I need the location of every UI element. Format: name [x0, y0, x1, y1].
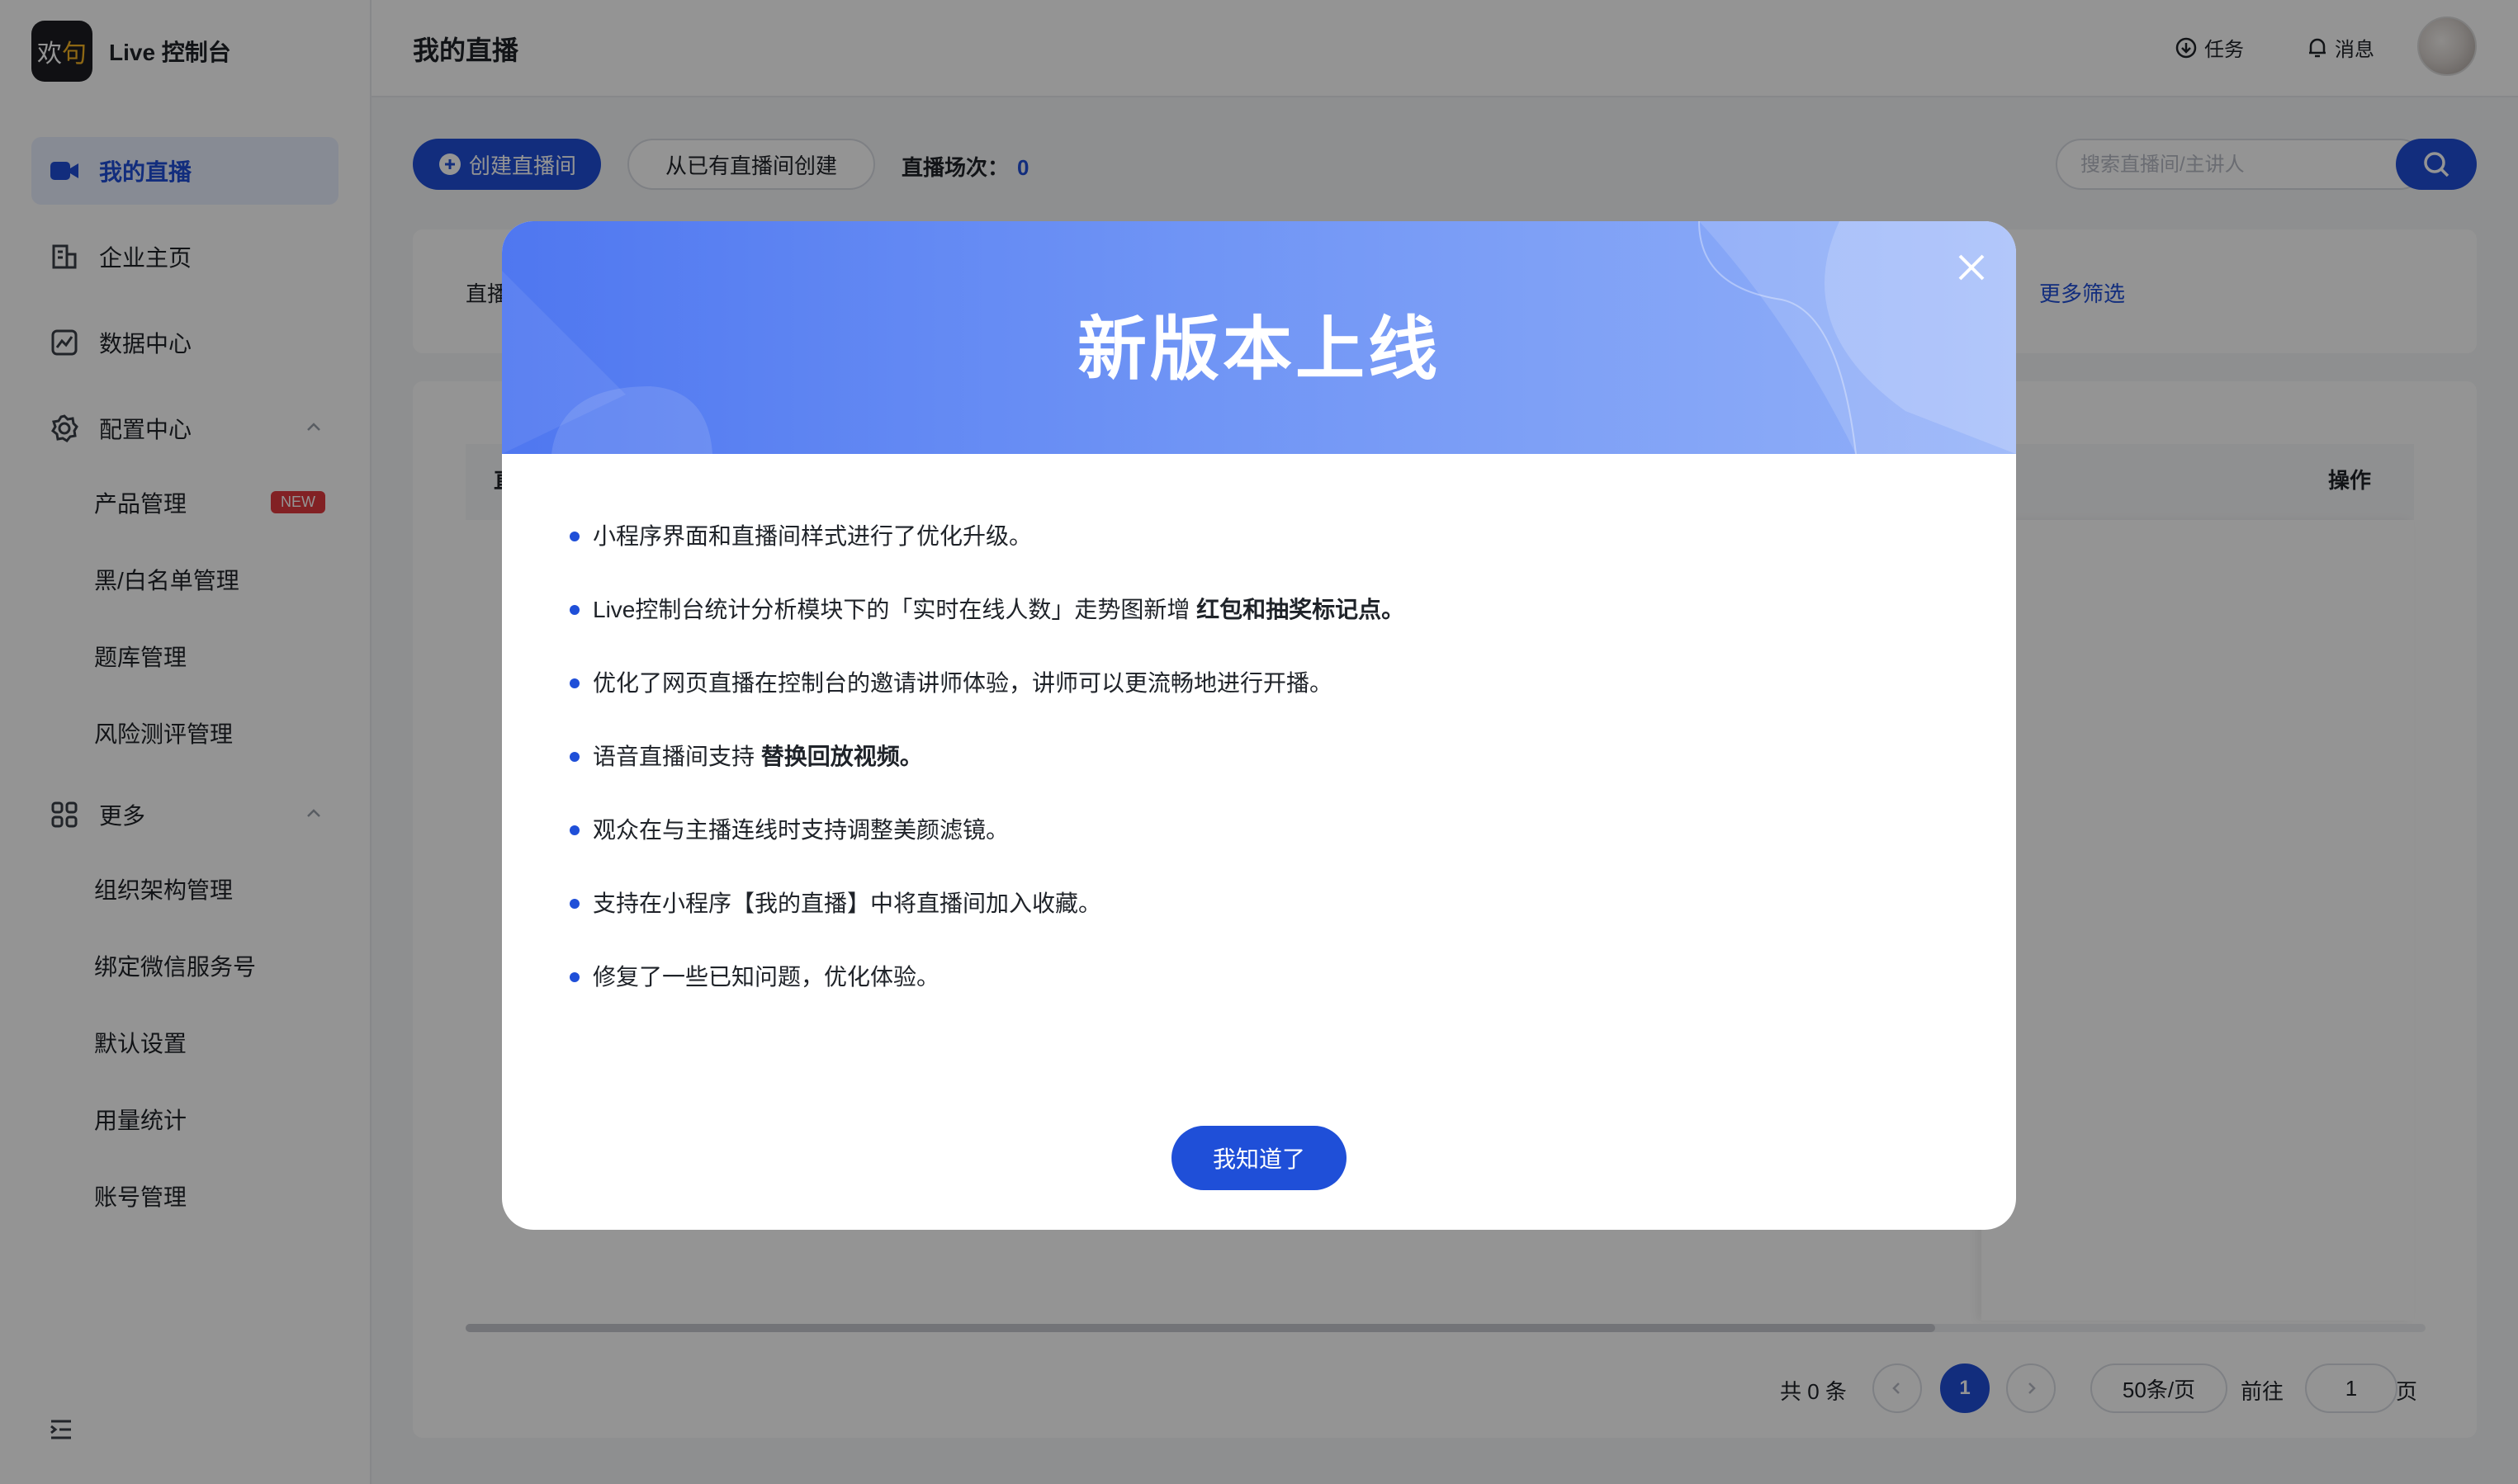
bullet-dot: [570, 972, 580, 982]
close-icon[interactable]: [1952, 248, 1991, 287]
list-item: 小程序界面和直播间样式进行了优化升级。: [570, 520, 1957, 593]
bullet-dot: [570, 605, 580, 615]
acknowledge-button[interactable]: 我知道了: [1171, 1126, 1347, 1190]
modal-title: 新版本上线: [1077, 310, 1441, 388]
list-item: 修复了一些已知问题，优化体验。: [570, 961, 1957, 1034]
bullet-dot: [570, 532, 580, 541]
list-item: Live控制台统计分析模块下的「实时在线人数」走势图新增 红包和抽奖标记点。: [570, 593, 1957, 667]
list-item: 语音直播间支持 替换回放视频。: [570, 740, 1957, 814]
list-item: 优化了网页直播在控制台的邀请讲师体验，讲师可以更流畅地进行开播。: [570, 667, 1957, 740]
bullet-dot: [570, 825, 580, 835]
list-item: 观众在与主播连线时支持调整美颜滤镜。: [570, 814, 1957, 887]
bullet-dot: [570, 899, 580, 909]
bullet-dot: [570, 678, 580, 688]
release-notes-list: 小程序界面和直播间样式进行了优化升级。 Live控制台统计分析模块下的「实时在线…: [570, 520, 1957, 1034]
list-item: 支持在小程序【我的直播】中将直播间加入收藏。: [570, 887, 1957, 961]
release-notes-modal: 新版本上线 小程序界面和直播间样式进行了优化升级。 Live控制台统计分析模块下…: [502, 221, 2016, 1230]
bullet-dot: [570, 752, 580, 762]
modal-banner: 新版本上线: [502, 221, 2016, 454]
